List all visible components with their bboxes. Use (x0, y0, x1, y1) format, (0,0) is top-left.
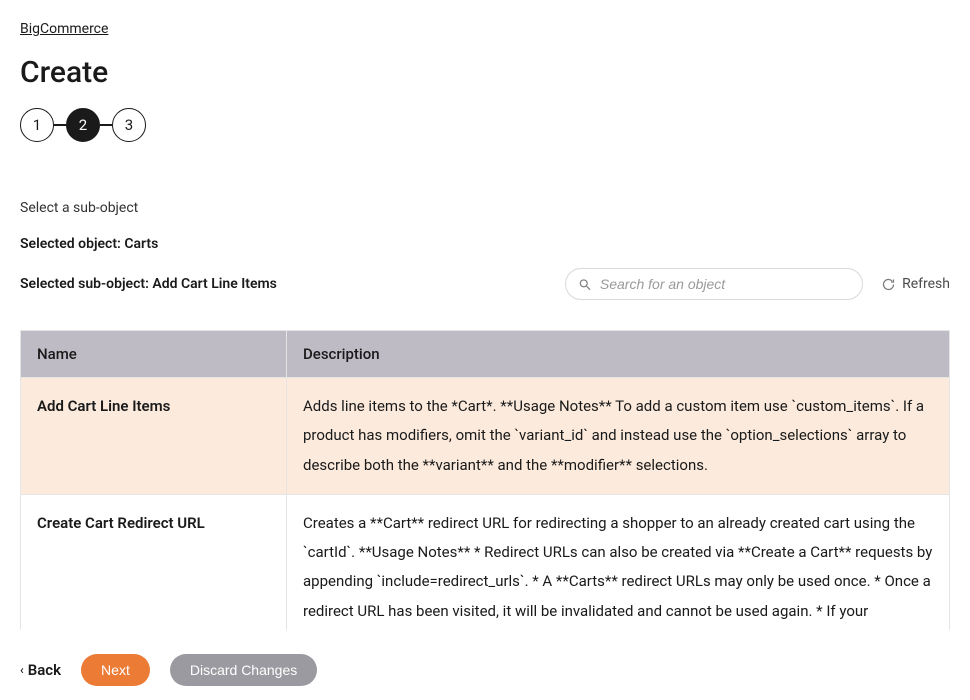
back-button[interactable]: ‹ Back (20, 661, 61, 679)
back-label: Back (28, 661, 61, 679)
search-input[interactable] (600, 276, 850, 292)
refresh-label: Refresh (902, 276, 950, 292)
subobject-table: Name Description Add Cart Line Items Add… (20, 330, 950, 630)
discard-button[interactable]: Discard Changes (170, 654, 317, 686)
search-box[interactable] (565, 268, 863, 300)
footer-actions: ‹ Back Next Discard Changes (20, 654, 950, 686)
page-title: Create (20, 55, 950, 90)
selected-object-label: Selected object: Carts (20, 236, 950, 252)
refresh-icon (881, 277, 896, 292)
step-connector (54, 124, 66, 126)
chevron-left-icon: ‹ (20, 663, 24, 677)
step-3[interactable]: 3 (112, 108, 146, 142)
refresh-button[interactable]: Refresh (881, 276, 950, 292)
column-header-name[interactable]: Name (21, 331, 287, 378)
search-icon (578, 277, 592, 292)
table-row[interactable]: Add Cart Line Items Adds line items to t… (21, 378, 950, 495)
step-2[interactable]: 2 (66, 108, 100, 142)
row-description: Adds line items to the *Cart*. **Usage N… (287, 378, 950, 495)
next-button[interactable]: Next (81, 654, 150, 686)
column-header-description[interactable]: Description (287, 331, 950, 378)
row-name[interactable]: Create Cart Redirect URL (21, 494, 287, 630)
table-row[interactable]: Create Cart Redirect URL Creates a **Car… (21, 494, 950, 630)
step-1[interactable]: 1 (20, 108, 54, 142)
row-description: Creates a **Cart** redirect URL for redi… (287, 494, 950, 630)
row-name[interactable]: Add Cart Line Items (21, 378, 287, 495)
instruction-text: Select a sub-object (20, 200, 950, 216)
selected-subobject-label: Selected sub-object: Add Cart Line Items (20, 276, 277, 292)
stepper: 1 2 3 (20, 108, 950, 142)
breadcrumb[interactable]: BigCommerce (20, 21, 108, 37)
step-connector (100, 124, 112, 126)
